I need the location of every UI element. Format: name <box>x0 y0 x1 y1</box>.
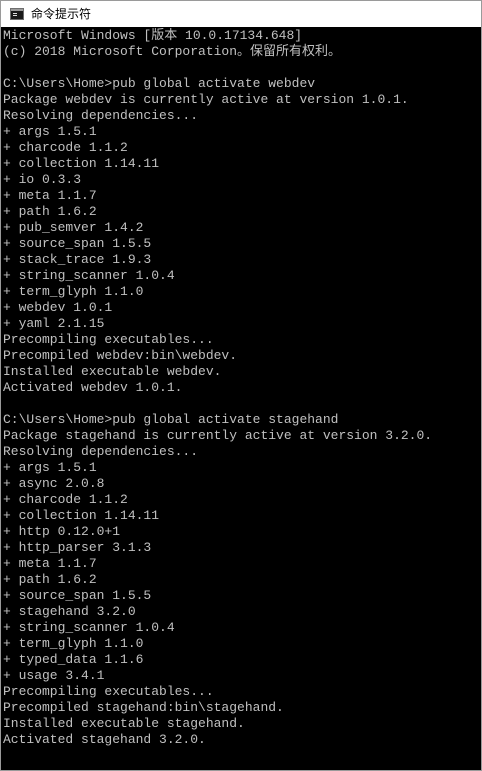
console-line: + stack_trace 1.9.3 <box>3 252 152 267</box>
console-line: + pub_semver 1.4.2 <box>3 220 144 235</box>
console-line: (c) 2018 Microsoft Corporation。保留所有权利。 <box>3 44 342 59</box>
title-bar[interactable]: 命令提示符 <box>1 1 481 27</box>
console-line: + args 1.5.1 <box>3 460 97 475</box>
console-line: + string_scanner 1.0.4 <box>3 620 175 635</box>
console-line: Package stagehand is currently active at… <box>3 428 433 443</box>
console-line: + collection 1.14.11 <box>3 508 160 523</box>
console-line: + path 1.6.2 <box>3 572 97 587</box>
console-line: + term_glyph 1.1.0 <box>3 636 144 651</box>
console-line: + usage 3.4.1 <box>3 668 105 683</box>
console-line: C:\Users\Home>pub global activate webdev <box>3 76 316 91</box>
console-line: C:\Users\Home>pub global activate stageh… <box>3 412 339 427</box>
console-output[interactable]: Microsoft Windows [版本 10.0.17134.648] (c)… <box>3 28 481 770</box>
console-line: Activated webdev 1.0.1. <box>3 380 183 395</box>
console-line: Precompiling executables... <box>3 332 214 347</box>
console-line: + async 2.0.8 <box>3 476 105 491</box>
console-line: Activated stagehand 3.2.0. <box>3 732 206 747</box>
console-line: Microsoft Windows [版本 10.0.17134.648] <box>3 28 303 43</box>
console-line: Precompiling executables... <box>3 684 214 699</box>
console-line: + meta 1.1.7 <box>3 556 97 571</box>
console-line: + webdev 1.0.1 <box>3 300 113 315</box>
console-line: Package webdev is currently active at ve… <box>3 92 409 107</box>
console-line: + charcode 1.1.2 <box>3 140 128 155</box>
console-line: Installed executable stagehand. <box>3 716 245 731</box>
command-prompt-window: 命令提示符 Microsoft Windows [版本 10.0.17134.6… <box>0 0 482 771</box>
command-prompt-icon <box>10 8 24 20</box>
window-title: 命令提示符 <box>31 7 92 21</box>
console-line: + http 0.12.0+1 <box>3 524 121 539</box>
console-line: + string_scanner 1.0.4 <box>3 268 175 283</box>
console-line: + http_parser 3.1.3 <box>3 540 152 555</box>
console-line: + charcode 1.1.2 <box>3 492 128 507</box>
console-line: Resolving dependencies... <box>3 444 199 459</box>
console-line: Resolving dependencies... <box>3 108 199 123</box>
console-line: + source_span 1.5.5 <box>3 236 152 251</box>
console-line: + meta 1.1.7 <box>3 188 97 203</box>
console-line: Precompiled webdev:bin\webdev. <box>3 348 238 363</box>
console-line: + io 0.3.3 <box>3 172 82 187</box>
console-line: Precompiled stagehand:bin\stagehand. <box>3 700 284 715</box>
console-line: Installed executable webdev. <box>3 364 222 379</box>
console-line: + stagehand 3.2.0 <box>3 604 136 619</box>
console-line: + args 1.5.1 <box>3 124 97 139</box>
console-line: + typed_data 1.1.6 <box>3 652 144 667</box>
console-line: + collection 1.14.11 <box>3 156 160 171</box>
console-line: + source_span 1.5.5 <box>3 588 152 603</box>
console-line: + yaml 2.1.15 <box>3 316 105 331</box>
console-line: + path 1.6.2 <box>3 204 97 219</box>
console-line: + term_glyph 1.1.0 <box>3 284 144 299</box>
